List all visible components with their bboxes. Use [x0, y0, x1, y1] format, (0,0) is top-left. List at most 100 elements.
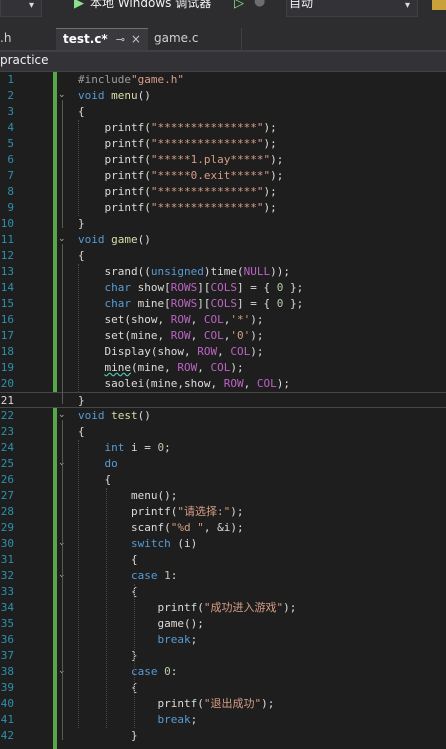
code-line[interactable]: 29 scanf("%d ", &i); [0, 520, 446, 536]
code-token: mine[ [131, 297, 171, 310]
code-line[interactable]: 38⌄ case 0: [0, 664, 446, 680]
tab-header-file[interactable]: .h [0, 28, 54, 50]
code-text: game(); [78, 616, 203, 632]
code-line[interactable]: 7 printf("*****0.exit*****"); [0, 168, 446, 184]
code-line[interactable]: 35 game(); [0, 616, 446, 632]
code-line[interactable]: 41 break; [0, 712, 446, 728]
tab-game-c[interactable]: game.c [148, 28, 242, 50]
code-text: mine(mine, ROW, COL); [78, 360, 244, 376]
project-dropdown[interactable]: practice [0, 53, 49, 67]
code-token: printf( [78, 201, 151, 214]
line-number: 41 [0, 713, 14, 726]
code-line[interactable]: 15 char mine[ROWS][COLS] = { 0 }; [0, 296, 446, 312]
code-line[interactable]: 28 printf("请选择:"); [0, 504, 446, 520]
code-token: Display(show, [78, 345, 198, 358]
code-text: { [78, 584, 138, 600]
code-line[interactable]: 23 { [0, 424, 446, 440]
line-number: 30 [0, 537, 14, 550]
play-icon[interactable]: ▶ [74, 0, 84, 11]
code-token: mine [104, 361, 132, 374]
solution-config-dropdown[interactable]: ▾ [0, 0, 42, 17]
code-line[interactable]: 27 menu(); [0, 488, 446, 504]
code-line[interactable]: 31 { [0, 552, 446, 568]
code-token: COL [230, 345, 251, 358]
code-token: "***************" [150, 185, 264, 198]
navigation-bar[interactable]: practice [0, 52, 446, 72]
pin-icon[interactable]: ⊸ [116, 33, 125, 46]
code-token: (i) [170, 537, 198, 550]
code-token: } [78, 217, 85, 230]
code-line[interactable]: 10} [0, 216, 446, 232]
code-text: printf("***************"); [78, 120, 276, 136]
indent-guide [106, 488, 107, 728]
code-line[interactable]: 33 { [0, 584, 446, 600]
code-token: printf( [78, 169, 151, 182]
code-line[interactable]: 16 set(show, ROW, COL,'*'); [0, 312, 446, 328]
line-number: 31 [0, 553, 14, 566]
code-line[interactable]: 39 { [0, 680, 446, 696]
notification-icon[interactable] [432, 0, 446, 10]
code-line[interactable]: 34 printf("成功进入游戏"); [0, 600, 446, 616]
code-line[interactable]: 19 mine(mine, ROW, COL); [0, 360, 446, 376]
code-line[interactable]: 21} [0, 392, 446, 408]
code-editor[interactable]: 1 #include"game.h" 2 ⌄ void menu() 3{4 printf… [0, 72, 446, 749]
code-line[interactable]: 18 Display(show, ROW, COL); [0, 344, 446, 360]
line-number: 17 [0, 329, 14, 342]
code-token: "成功进入游戏" [203, 601, 284, 614]
start-without-debugging-icon[interactable]: ▷ [234, 0, 244, 11]
code-line[interactable]: 2 ⌄ void menu() [0, 88, 446, 104]
code-line[interactable]: 40 printf("退出成功"); [0, 696, 446, 712]
code-token: test [111, 409, 138, 422]
collapse-icon[interactable]: ⌄ [58, 91, 67, 100]
code-token: , [197, 361, 211, 374]
code-text: scanf("%d ", &i); [78, 520, 244, 536]
code-text: switch (i) [78, 536, 197, 552]
collapse-icon[interactable]: ⌄ [58, 411, 67, 420]
line-number: 15 [0, 297, 14, 310]
code-token: "请选择:" [177, 505, 231, 518]
code-line[interactable]: 17 set(mine, ROW, COL,'0'); [0, 328, 446, 344]
code-line[interactable]: 20 saolei(mine,show, ROW, COL); [0, 376, 446, 392]
code-line[interactable]: 42 } [0, 728, 446, 744]
code-line[interactable]: 30⌄ switch (i) [0, 536, 446, 552]
code-text: { [78, 248, 85, 264]
close-icon[interactable]: × [131, 32, 141, 46]
code-token: { [78, 553, 138, 566]
code-line[interactable]: 26 { [0, 472, 446, 488]
code-token: COLS [210, 281, 238, 294]
code-line[interactable]: 36 break; [0, 632, 446, 648]
code-line[interactable]: 11 ⌄ void game() [0, 232, 446, 248]
code-line[interactable]: 32⌄ case 1: [0, 568, 446, 584]
tab-test-c[interactable]: test.c* ⊸ × [56, 28, 148, 50]
code-token: , &i); [203, 521, 244, 534]
code-line[interactable]: 6 printf("*****1.play*****"); [0, 152, 446, 168]
code-line[interactable]: 24 int i = 0; [0, 440, 446, 456]
code-token: "*****0.exit*****" [150, 169, 271, 182]
code-token: break [157, 713, 191, 726]
code-line[interactable]: 9 printf("***************"); [0, 200, 446, 216]
code-token: COLS [210, 297, 238, 310]
code-line[interactable]: 5 printf("***************"); [0, 136, 446, 152]
tab-label: .h [0, 31, 12, 45]
config-dropdown[interactable]: 自动 ▾ [286, 0, 418, 17]
code-line[interactable]: 22 ⌄ void test() [0, 408, 446, 424]
code-line[interactable]: 12 { [0, 248, 446, 264]
code-line[interactable]: 14 char show[ROWS][COLS] = { 0 }; [0, 280, 446, 296]
code-line[interactable]: 3{ [0, 104, 446, 120]
code-line[interactable]: 1 #include"game.h" [0, 72, 446, 88]
code-token: printf( [78, 137, 151, 150]
line-number: 37 [0, 649, 14, 662]
code-text: printf("退出成功"); [78, 696, 274, 712]
code-line[interactable]: 37 } [0, 648, 446, 664]
collapse-icon[interactable]: ⌄ [58, 235, 67, 244]
code-token: ROW [223, 377, 244, 390]
local-debugger-button[interactable]: 本地 Windows 调试器 [90, 0, 211, 11]
code-line[interactable]: 25⌄ do [0, 456, 446, 472]
hot-reload-icon[interactable]: ● [254, 0, 265, 9]
line-number: 36 [0, 633, 14, 646]
code-line[interactable]: 8 printf("***************"); [0, 184, 446, 200]
line-number: 18 [0, 345, 14, 358]
code-line[interactable]: 13 srand((unsigned)time(NULL)); [0, 264, 446, 280]
code-token: "***************" [150, 121, 264, 134]
code-line[interactable]: 4 printf("***************"); [0, 120, 446, 136]
